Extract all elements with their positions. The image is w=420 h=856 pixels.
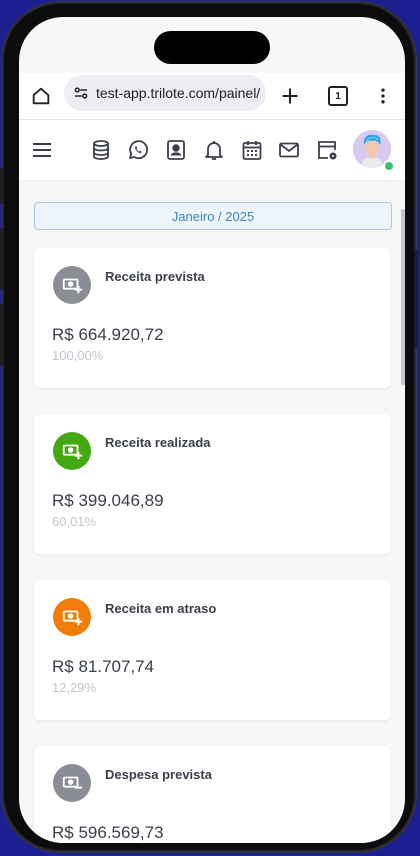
calendar-icon[interactable]: [240, 138, 264, 162]
card-title: Despesa prevista: [105, 767, 212, 782]
card-title: Receita em atraso: [105, 601, 217, 616]
money-add-icon: [53, 432, 91, 470]
volume-down-button: [0, 304, 4, 366]
money-add-icon: [53, 266, 91, 304]
app-header: [19, 120, 405, 180]
new-tab-icon[interactable]: [278, 84, 302, 108]
card-receita-prevista[interactable]: Receita prevista R$ 664.920,72 100,00%: [34, 248, 391, 388]
database-icon[interactable]: [89, 138, 113, 162]
card-receita-realizada[interactable]: Receita realizada R$ 399.046,89 60,01%: [34, 414, 391, 554]
card-receita-em-atraso[interactable]: Receita em atraso R$ 81.707,74 12,29%: [34, 580, 391, 720]
more-options-icon[interactable]: [371, 84, 395, 108]
window-settings-icon[interactable]: [315, 138, 339, 162]
mail-icon[interactable]: [277, 138, 301, 162]
card-value: R$ 596.569,73: [52, 823, 164, 842]
whatsapp-icon[interactable]: [126, 138, 150, 162]
card-value: R$ 399.046,89: [52, 491, 164, 510]
card-title: Receita prevista: [105, 269, 205, 284]
card-percent: 100,00%: [52, 348, 104, 363]
power-button: [414, 250, 418, 348]
home-icon[interactable]: [29, 84, 53, 108]
card-title: Receita realizada: [105, 435, 211, 450]
action-button: [0, 168, 4, 204]
site-info-icon[interactable]: [72, 84, 90, 102]
card-value: R$ 81.707,74: [52, 657, 155, 676]
tab-count: 1: [328, 86, 348, 106]
page-scrollbar[interactable]: [401, 209, 405, 385]
tab-switcher-button[interactable]: 1: [326, 84, 350, 108]
url-text[interactable]: test-app.trilote.com/painel/: [96, 85, 260, 101]
dashboard-content: Janeiro / 2025 Receita prevista R$ 664.9…: [19, 180, 405, 843]
screen: test-app.trilote.com/painel/ 1 Janeiro /…: [19, 17, 405, 843]
address-bar[interactable]: test-app.trilote.com/painel/: [64, 75, 266, 111]
month-selector[interactable]: Janeiro / 2025: [34, 202, 392, 230]
dynamic-island: [154, 31, 270, 64]
menu-icon[interactable]: [30, 138, 54, 162]
card-value: R$ 664.920,72: [52, 325, 164, 344]
browser-toolbar: test-app.trilote.com/painel/ 1: [19, 73, 405, 119]
online-status-dot: [383, 160, 395, 172]
card-percent: 60,01%: [52, 514, 97, 529]
card-percent: 12,29%: [52, 680, 97, 695]
phone-frame: test-app.trilote.com/painel/ 1 Janeiro /…: [0, 2, 418, 852]
bell-icon[interactable]: [202, 138, 226, 162]
contact-card-icon[interactable]: [164, 138, 188, 162]
money-remove-icon: [53, 764, 91, 802]
card-despesa-prevista[interactable]: Despesa prevista R$ 596.569,73: [34, 746, 391, 843]
money-add-icon: [53, 598, 91, 636]
volume-up-button: [0, 228, 4, 290]
